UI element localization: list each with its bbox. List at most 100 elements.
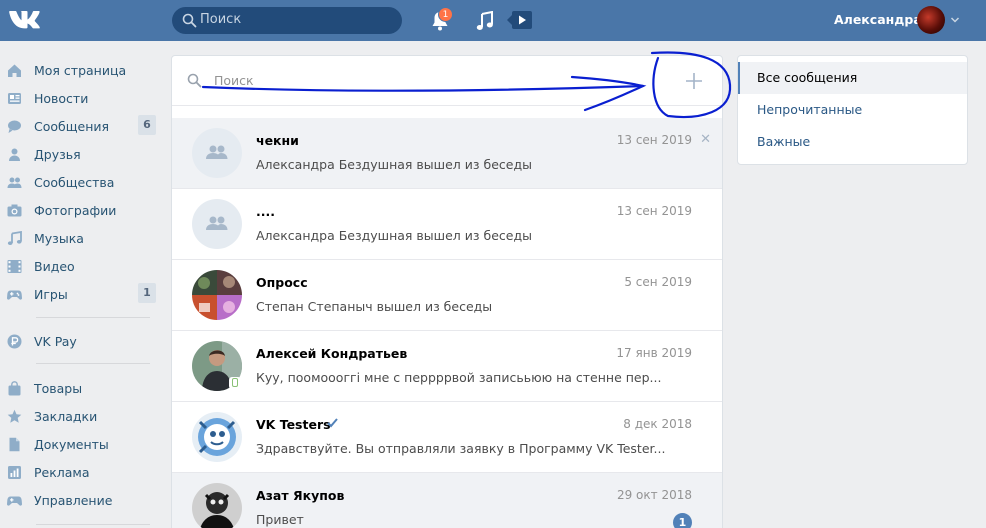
conversation-item[interactable]: Алексей Кондратьев 17 янв 2019 Кyy, поом… [172, 331, 722, 402]
sidebar-item-label: VK Pay [34, 334, 77, 349]
sidebar-item-label: Сообщества [34, 175, 115, 190]
sidebar-divider [36, 524, 150, 525]
filter-all-messages[interactable]: Все сообщения [738, 62, 967, 94]
conversation-name: Азат Якупов [256, 488, 345, 503]
sidebar-item-label: Музыка [34, 231, 84, 246]
news-icon [8, 93, 21, 104]
filter-important[interactable]: Важные [738, 126, 967, 158]
sidebar-item-groups[interactable]: Сообщества [0, 169, 160, 195]
group-chat-icon [206, 216, 228, 230]
conversation-date: 13 сен 2019 [616, 204, 692, 218]
sidebar-item-friends[interactable]: Друзья [0, 141, 160, 167]
top-bar: Поиск 1 Александра [0, 0, 986, 41]
notifications-badge: 1 [438, 7, 453, 22]
gamepad-icon [7, 290, 22, 300]
conversation-date: 13 сен 2019 [616, 133, 692, 147]
vkpay-icon [7, 334, 22, 349]
verified-check-icon [327, 418, 338, 428]
groups-icon [7, 177, 22, 188]
filter-label: Важные [757, 134, 811, 149]
sidebar-count-badge: 1 [138, 283, 156, 303]
messages-panel: Поиск чекни 13 сен 2019 Александра Безду… [171, 55, 723, 528]
conversation-name: чекни [256, 133, 299, 148]
chat-avatar [192, 270, 242, 320]
vk-logo-icon[interactable] [8, 8, 42, 32]
conversation-name: Алексей Кондратьев [256, 346, 408, 361]
ads-icon [8, 466, 21, 479]
sidebar-item-music[interactable]: Музыка [0, 225, 160, 251]
header-search-placeholder: Поиск [200, 12, 242, 27]
conversation-date: 17 янв 2019 [616, 346, 692, 360]
chat-avatar [192, 128, 242, 178]
sidebar-item-management[interactable]: Управление [0, 487, 160, 513]
chat-avatar [192, 199, 242, 249]
sidebar-item-my-page[interactable]: Моя страница [0, 57, 160, 83]
sidebar-item-label: Друзья [34, 147, 81, 162]
sidebar-item-label: Управление [34, 493, 113, 508]
sidebar-item-bookmarks[interactable]: Закладки [0, 403, 160, 429]
home-icon [8, 64, 21, 77]
messages-icon [8, 120, 21, 133]
filter-label: Непрочитанные [757, 102, 863, 117]
sidebar-item-label: Товары [34, 381, 83, 396]
sidebar-item-goods[interactable]: Товары [0, 375, 160, 401]
user-avatar[interactable] [917, 6, 945, 34]
play-icon[interactable] [507, 10, 532, 30]
sidebar-item-label: Фотографии [34, 203, 117, 218]
messages-filter-menu: Все сообщения Непрочитанные Важные [737, 55, 968, 165]
new-chat-plus-icon[interactable] [682, 69, 706, 93]
user-avatar [192, 483, 242, 528]
music-icon [7, 231, 22, 245]
search-icon [187, 73, 202, 88]
conversation-name: .... [256, 204, 275, 219]
filter-unread[interactable]: Непрочитанные [738, 94, 967, 126]
conversation-item[interactable]: VK Testers 8 дек 2018 Здравствуйте. Вы о… [172, 402, 722, 473]
chevron-down-icon[interactable] [950, 15, 960, 25]
conversation-date: 29 окт 2018 [616, 488, 692, 502]
filter-label: Все сообщения [757, 70, 858, 85]
sidebar-item-label: Видео [34, 259, 75, 274]
user-name[interactable]: Александра [834, 12, 922, 27]
header-search-input[interactable]: Поиск [172, 7, 402, 34]
close-icon[interactable]: ✕ [700, 132, 711, 147]
group-chat-icon [206, 145, 228, 159]
conversation-name: Опросс [256, 275, 308, 290]
conversation-preview: Степан Степаныч вышел из беседы [256, 299, 493, 314]
sidebar-item-label: Сообщения [34, 119, 110, 134]
sidebar-item-label: Новости [34, 91, 89, 106]
conversation-item[interactable]: Азат Якупов 29 окт 2018 Привет 1 [172, 473, 722, 528]
messages-search-placeholder: Поиск [214, 73, 254, 88]
conversation-item[interactable]: Опросс 5 сен 2019 Степан Степаныч вышел … [172, 260, 722, 331]
conversation-preview: Кyy, поомоооггі мне с перрррвой записьью… [256, 370, 662, 385]
bag-icon [8, 381, 21, 396]
conversation-preview: Александра Бездушная вышел из беседы [256, 157, 532, 172]
sidebar-item-video[interactable]: Видео [0, 253, 160, 279]
sidebar-item-ads[interactable]: Реклама [0, 459, 160, 485]
sidebar-divider [36, 363, 150, 364]
star-icon [7, 409, 22, 423]
conversation-preview: Здравствуйте. Вы отправляли заявку в Про… [256, 441, 666, 456]
sidebar-item-label: Закладки [34, 409, 98, 424]
gamepad-icon [7, 496, 22, 506]
sidebar-item-news[interactable]: Новости [0, 85, 160, 111]
sidebar-item-photos[interactable]: Фотографии [0, 197, 160, 223]
sidebar-item-label: Игры [34, 287, 68, 302]
music-icon[interactable] [476, 11, 494, 31]
messages-search-input[interactable]: Поиск [172, 56, 722, 106]
sidebar-item-label: Моя страница [34, 63, 127, 78]
sidebar-item-messages[interactable]: Сообщения 6 [0, 113, 160, 139]
sidebar-item-label: Документы [34, 437, 109, 452]
sidebar-item-label: Реклама [34, 465, 90, 480]
video-icon [7, 260, 22, 273]
sidebar-item-games[interactable]: Игры 1 [0, 281, 160, 307]
sidebar-item-documents[interactable]: Документы [0, 431, 160, 457]
camera-icon [7, 204, 22, 217]
document-icon [9, 437, 20, 452]
friend-icon [9, 148, 20, 161]
conversation-date: 8 дек 2018 [623, 417, 692, 431]
conversation-item[interactable]: .... 13 сен 2019 Александра Бездушная вы… [172, 189, 722, 260]
conversation-item[interactable]: чекни 13 сен 2019 Александра Бездушная в… [172, 118, 722, 189]
sidebar-divider [36, 317, 150, 318]
sidebar-item-vkpay[interactable]: VK Pay [0, 328, 160, 354]
conversation-name: VK Testers [256, 417, 331, 432]
